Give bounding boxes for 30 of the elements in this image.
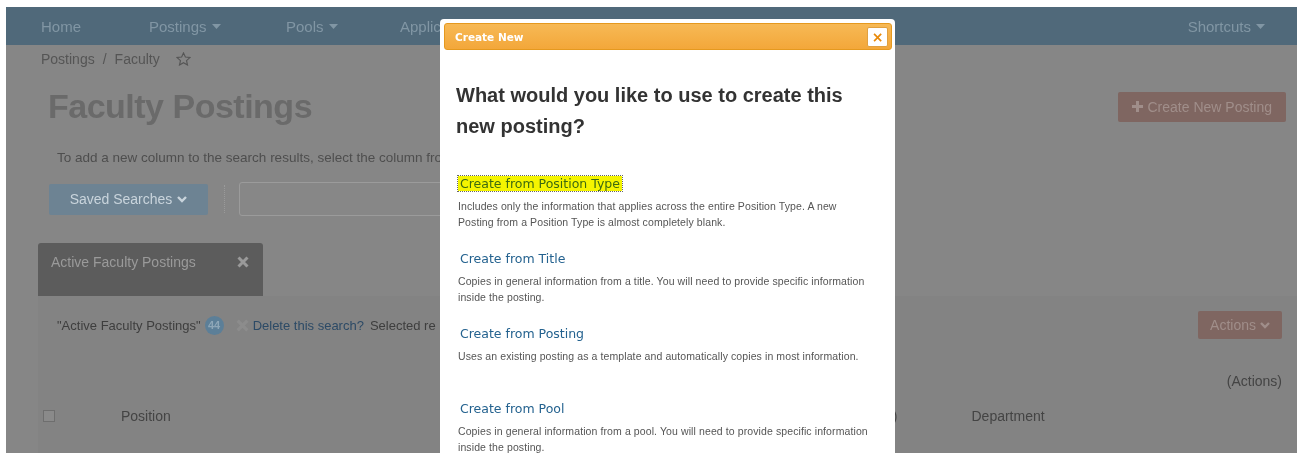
option-link[interactable]: Create from Posting — [458, 326, 587, 341]
column-header: Position — [121, 408, 171, 424]
tab-label: Active Faculty Postings — [51, 254, 196, 270]
option-description: Uses an existing posting as a template and automatically copies in most information. — [458, 349, 860, 364]
dialog-title: Create New — [455, 30, 524, 43]
chevron-icon — [1260, 321, 1270, 329]
caret-icon — [211, 23, 221, 29]
star-icon[interactable] — [175, 52, 191, 66]
selected-text: Selected re — [369, 317, 436, 333]
option-link[interactable]: Create from Title — [458, 251, 568, 266]
dialog-heading: What would you like to use to create this new posting? — [456, 83, 844, 139]
chevron-icon — [177, 195, 188, 203]
column-header: Department — [971, 408, 1045, 424]
option-link[interactable]: Create from Position Type — [458, 176, 622, 191]
option-link[interactable]: Create from Pool — [458, 401, 567, 416]
close-button[interactable]: × — [867, 26, 888, 47]
search-name: "Active Faculty Postings" — [57, 317, 201, 333]
checkbox[interactable] — [43, 410, 55, 422]
option-description: Copies in general information from a title. You will need to provide specific information inside the posting. — [458, 274, 866, 305]
column-header: (Actions) — [1226, 373, 1282, 389]
saved-searches-button[interactable]: Saved Searches — [49, 183, 208, 215]
delete-search-link[interactable]: Delete this search? — [252, 317, 364, 333]
close-icon[interactable] — [237, 256, 249, 268]
caret-icon — [328, 23, 338, 29]
plus-icon — [1132, 101, 1144, 112]
search-tab[interactable]: Active Faculty Postings — [38, 243, 263, 296]
option-description: Includes only the information that applies across the entire Position Type. A new Posting from a Position Type is almost completely blank. — [458, 199, 838, 230]
breadcrumb-separator: / — [102, 51, 107, 67]
option-description: Copies in general information from a pool. You will need to provide specific information inside the posting. — [458, 424, 869, 453]
caret-icon — [1256, 23, 1265, 29]
